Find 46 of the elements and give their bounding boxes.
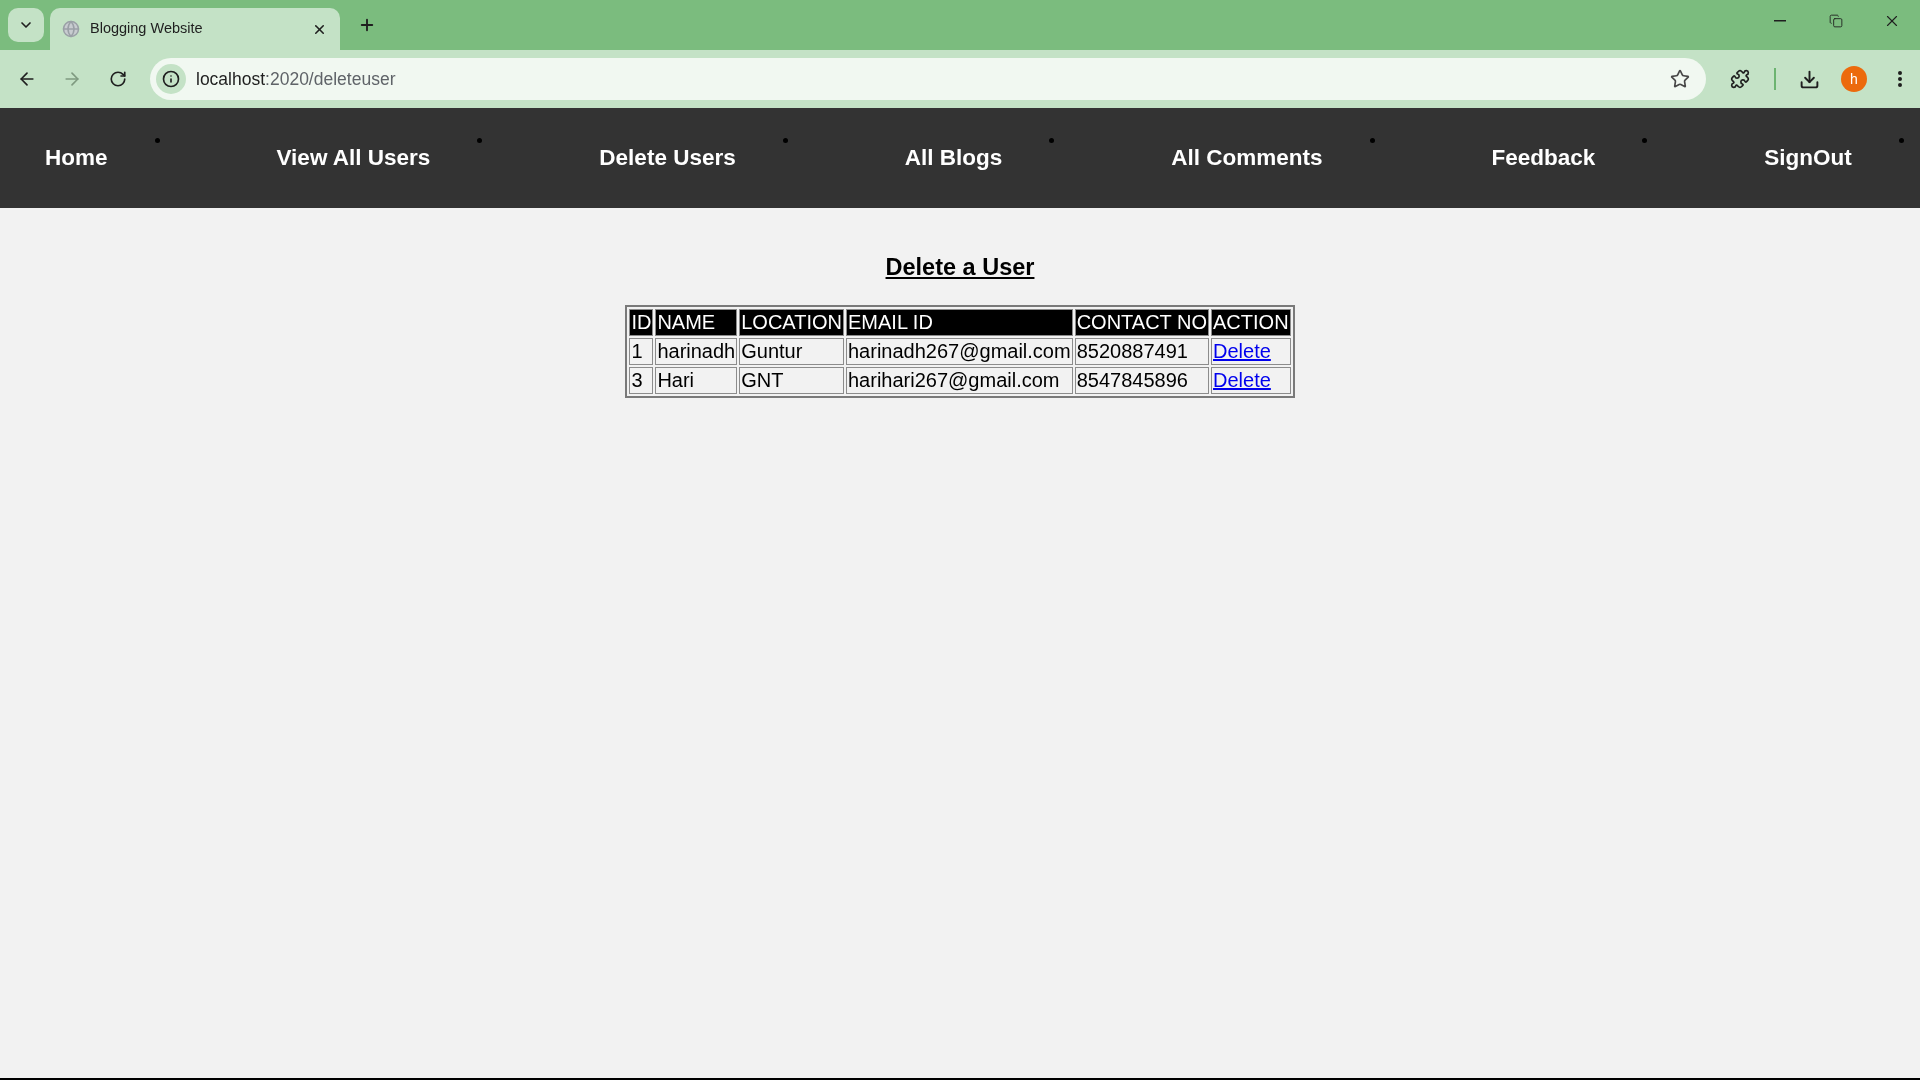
site-info-icon[interactable]	[156, 64, 186, 94]
bullet-icon	[1898, 138, 1904, 143]
bookmark-star-icon[interactable]	[1670, 69, 1690, 89]
puzzle-icon	[1730, 69, 1750, 89]
bullet-icon	[782, 138, 788, 143]
browser-tab[interactable]: Blogging Website	[50, 8, 340, 50]
table-cell: 8547845896	[1074, 367, 1210, 394]
address-bar[interactable]: localhost:2020/deleteuser	[150, 58, 1706, 100]
bullet-icon	[1369, 138, 1375, 143]
column-header: NAME	[655, 309, 738, 336]
nav-link[interactable]: SignOut	[1748, 127, 1868, 189]
plus-icon	[358, 16, 376, 34]
reload-icon	[109, 70, 127, 88]
table-cell: 3	[629, 367, 654, 394]
nav-link[interactable]: View All Users	[260, 127, 447, 189]
table-cell: GNT	[739, 367, 844, 394]
table-cell: harinadh267@gmail.com	[846, 338, 1073, 365]
tab-search-button[interactable]	[8, 8, 44, 42]
nav-link[interactable]: All Blogs	[888, 127, 1019, 189]
nav-link[interactable]: Delete Users	[583, 127, 752, 189]
tab-title: Blogging Website	[90, 19, 203, 39]
column-header: ACTION	[1211, 309, 1291, 336]
bullet-icon	[1049, 138, 1055, 143]
table-cell: harihari267@gmail.com	[846, 367, 1073, 394]
url-text: localhost:2020/deleteuser	[196, 67, 396, 91]
table-cell: Hari	[655, 367, 738, 394]
restore-icon	[1829, 14, 1843, 28]
table-cell: 1	[629, 338, 654, 365]
column-header: CONTACT NO	[1074, 309, 1210, 336]
bullet-icon	[154, 138, 160, 143]
table-cell: 8520887491	[1074, 338, 1210, 365]
column-header: LOCATION	[739, 309, 844, 336]
table-cell: harinadh	[655, 338, 738, 365]
download-icon	[1798, 68, 1820, 90]
nav-link[interactable]: All Comments	[1155, 127, 1339, 189]
kebab-menu-icon	[1898, 71, 1902, 87]
bullet-icon	[1642, 138, 1648, 143]
column-header: EMAIL ID	[846, 309, 1073, 336]
table-cell: Guntur	[739, 338, 844, 365]
nav-link[interactable]: Home	[29, 127, 124, 189]
globe-icon	[62, 20, 80, 38]
nav-link[interactable]: Feedback	[1475, 127, 1612, 189]
bullet-icon	[477, 138, 483, 143]
column-header: ID	[629, 309, 654, 336]
minimize-icon	[1774, 20, 1786, 22]
page-title: Delete a User	[885, 253, 1035, 281]
